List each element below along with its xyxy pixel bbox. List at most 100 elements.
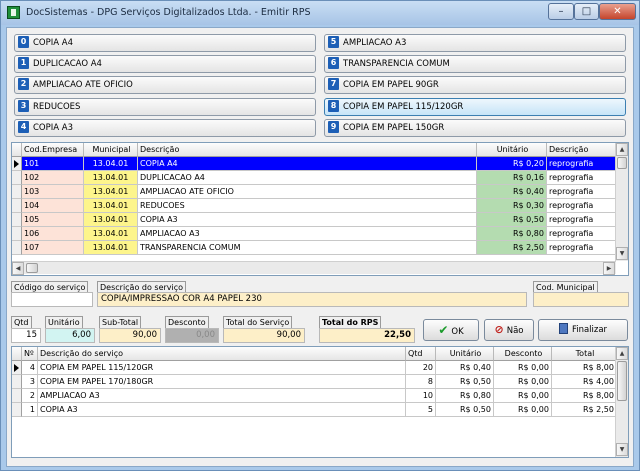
items-grid[interactable]: Nº Descrição do serviço Qtd Unitário Des…: [11, 346, 629, 458]
number-badge: 0: [18, 36, 29, 48]
finalizar-button[interactable]: Finalizar: [538, 319, 628, 341]
codigo-field[interactable]: [11, 292, 93, 307]
nao-button[interactable]: ⊘ Não: [484, 319, 534, 341]
cell-desconto: R$ 0,00: [494, 403, 552, 417]
service-button-9[interactable]: 9 COPIA EM PAPEL 150GR: [324, 119, 626, 137]
service-button-label: COPIA EM PAPEL 115/120GR: [343, 102, 464, 112]
document-icon: [558, 323, 568, 334]
cell-categoria: reprografia: [547, 171, 617, 185]
grid-corner: [12, 347, 22, 361]
column-header[interactable]: Descrição: [547, 143, 617, 157]
column-header[interactable]: Descrição do serviço: [38, 347, 406, 361]
service-button-5[interactable]: 5 AMPLIACAO A3: [324, 34, 626, 52]
cell-unitario: R$ 0,80: [436, 389, 494, 403]
number-badge: 4: [18, 121, 29, 133]
scroll-down-icon[interactable]: ▼: [616, 247, 628, 260]
maximize-button[interactable]: □: [574, 3, 599, 20]
column-header[interactable]: Descrição: [138, 143, 477, 157]
cell-cod: 107: [22, 241, 84, 255]
cell-categoria: reprografia: [547, 185, 617, 199]
descricao-field[interactable]: COPIA/IMPRESSAO COR A4 PAPEL 230: [97, 292, 527, 307]
cell-cod: 106: [22, 227, 84, 241]
column-header[interactable]: Unitário: [436, 347, 494, 361]
column-header[interactable]: Total: [552, 347, 617, 361]
column-header[interactable]: Unitário: [477, 143, 547, 157]
cell-descricao: COPIA EM PAPEL 115/120GR: [38, 361, 406, 375]
cell-qtd: 8: [406, 375, 436, 389]
row-indicator: [12, 361, 22, 375]
cell-cod: 103: [22, 185, 84, 199]
cell-qtd: 5: [406, 403, 436, 417]
title-bar[interactable]: DocSistemas - DPG Serviços Digitalizados…: [1, 1, 639, 25]
scroll-thumb[interactable]: [26, 263, 38, 273]
cell-descricao: COPIA A3: [38, 403, 406, 417]
total-rps-field: 22,50: [319, 328, 415, 343]
cell-cod: 101: [22, 157, 84, 171]
row-indicator: [12, 157, 22, 171]
cell-unitario: R$ 0,50: [436, 375, 494, 389]
row-indicator: [12, 185, 22, 199]
client-area: 0 COPIA A4 1 DUPLICACAO A4 2 AMPLIACAO ATE …: [6, 27, 634, 467]
total-servico-label: Total do Serviço: [223, 316, 293, 328]
scroll-up-icon[interactable]: ▲: [616, 347, 628, 360]
vertical-scrollbar[interactable]: ▲ ▼: [615, 347, 628, 457]
column-header[interactable]: Nº: [22, 347, 38, 361]
row-indicator: [12, 375, 22, 389]
qtd-field[interactable]: 15: [11, 328, 41, 343]
services-grid[interactable]: Cod.Empresa Municipal Descrição Unitário…: [11, 142, 629, 276]
ok-button[interactable]: ✔ OK: [423, 319, 479, 341]
cell-descricao: COPIA A4: [138, 157, 477, 171]
cell-total: R$ 4,00: [552, 375, 617, 389]
cod-municipal-field[interactable]: [533, 292, 629, 307]
scroll-thumb[interactable]: [617, 361, 627, 401]
scroll-down-icon[interactable]: ▼: [616, 443, 628, 456]
column-header[interactable]: Municipal: [84, 143, 138, 157]
scroll-right-icon[interactable]: ▶: [603, 262, 615, 275]
row-indicator: [12, 227, 22, 241]
cell-descricao: DUPLICACAO A4: [138, 171, 477, 185]
cell-descricao: AMPLIACAO A3: [38, 389, 406, 403]
ok-label: OK: [451, 327, 464, 337]
service-button-8[interactable]: 8 COPIA EM PAPEL 115/120GR: [324, 98, 626, 116]
cell-descricao: AMPLIACAO A3: [138, 227, 477, 241]
unitario-label: Unitário: [45, 316, 83, 328]
service-button-3[interactable]: 3 REDUCOES: [14, 98, 316, 116]
scroll-up-icon[interactable]: ▲: [616, 143, 628, 156]
column-header[interactable]: Qtd: [406, 347, 436, 361]
cell-unitario: R$ 0,50: [477, 213, 547, 227]
horizontal-scrollbar[interactable]: ◀ ▶: [12, 261, 616, 275]
subtotal-label: Sub-Total: [99, 316, 142, 328]
cancel-icon: ⊘: [494, 323, 504, 336]
service-button-6[interactable]: 6 TRANSPARENCIA COMUM: [324, 55, 626, 73]
service-button-7[interactable]: 7 COPIA EM PAPEL 90GR: [324, 76, 626, 94]
cell-unitario: R$ 0,16: [477, 171, 547, 185]
number-badge: 6: [328, 57, 339, 69]
cell-categoria: reprografia: [547, 213, 617, 227]
window-title: DocSistemas - DPG Serviços Digitalizados…: [26, 7, 311, 18]
check-icon: ✔: [438, 323, 449, 337]
minimize-button[interactable]: –: [548, 3, 574, 20]
cell-desconto: R$ 0,00: [494, 375, 552, 389]
cell-qtd: 10: [406, 389, 436, 403]
column-header[interactable]: Cod.Empresa: [22, 143, 84, 157]
scroll-thumb[interactable]: [617, 157, 627, 169]
service-button-label: AMPLIACAO ATE OFICIO: [33, 80, 133, 90]
row-indicator: [12, 403, 22, 417]
service-button-label: COPIA A3: [33, 123, 73, 133]
unitario-field[interactable]: 6,00: [45, 328, 95, 343]
close-button[interactable]: ✕: [599, 3, 636, 20]
service-button-label: COPIA A4: [33, 38, 73, 48]
service-button-0[interactable]: 0 COPIA A4: [14, 34, 316, 52]
vertical-scrollbar[interactable]: ▲ ▼: [615, 143, 628, 261]
cell-municipal: 13.04.01: [84, 213, 138, 227]
number-badge: 8: [328, 100, 339, 112]
column-header[interactable]: Desconto: [494, 347, 552, 361]
service-button-4[interactable]: 4 COPIA A3: [14, 119, 316, 137]
number-badge: 5: [328, 36, 339, 48]
row-indicator: [12, 171, 22, 185]
cell-cod: 102: [22, 171, 84, 185]
service-button-label: REDUCOES: [33, 102, 81, 112]
scroll-left-icon[interactable]: ◀: [12, 262, 24, 275]
service-button-1[interactable]: 1 DUPLICACAO A4: [14, 55, 316, 73]
service-button-2[interactable]: 2 AMPLIACAO ATE OFICIO: [14, 76, 316, 94]
